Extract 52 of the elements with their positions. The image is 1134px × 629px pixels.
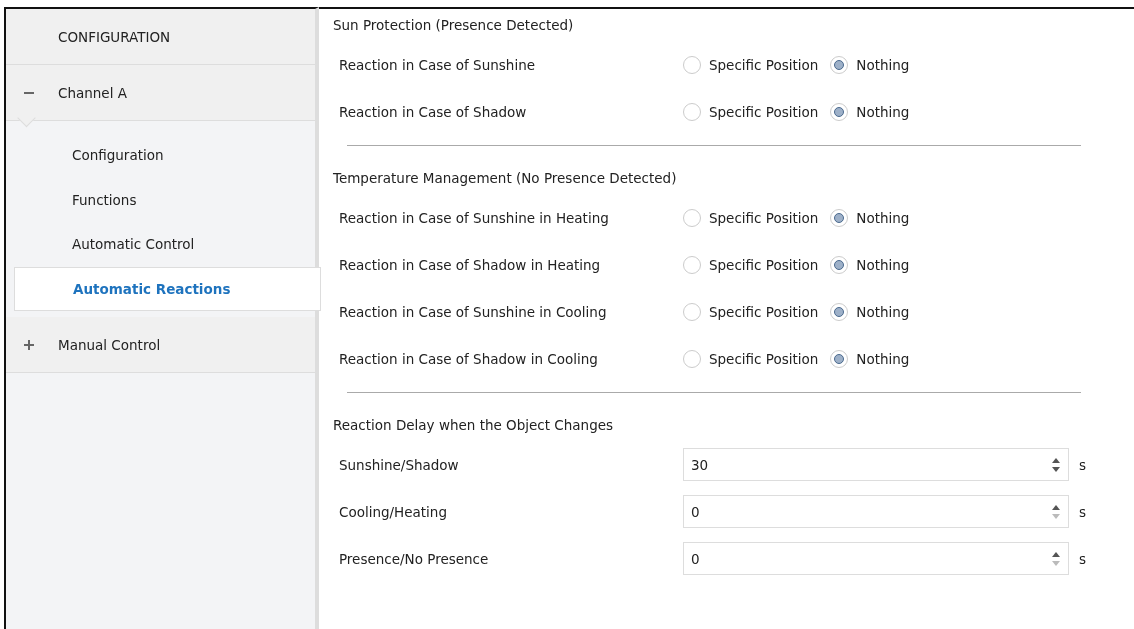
radio-label[interactable]: Specific Position bbox=[708, 256, 819, 273]
field-label: Reaction in Case of Sunshine bbox=[338, 56, 536, 73]
field-label: Reaction in Case of Sunshine in Heating bbox=[338, 209, 610, 226]
field-label: Reaction in Case of Sunshine in Cooling bbox=[338, 303, 608, 320]
section-title: Sun Protection (Presence Detected) bbox=[332, 17, 575, 35]
number-field[interactable]: 0 bbox=[682, 495, 1069, 528]
radio-button[interactable] bbox=[830, 102, 849, 121]
radio-button[interactable] bbox=[830, 302, 849, 321]
radio-label[interactable]: Specific Position bbox=[708, 350, 819, 367]
radio-button[interactable] bbox=[682, 349, 701, 368]
radio-label[interactable]: Nothing bbox=[856, 56, 910, 73]
radio-label[interactable]: Specific Position bbox=[708, 303, 819, 320]
spinner-arrows-icon[interactable] bbox=[1051, 457, 1060, 472]
sidebar-header[interactable]: CONFIGURATION bbox=[6, 9, 315, 65]
radio-label[interactable]: Specific Position bbox=[708, 103, 819, 120]
radio-button[interactable] bbox=[830, 349, 849, 368]
radio-button[interactable] bbox=[682, 102, 701, 121]
sidebar-group[interactable]: Manual Control bbox=[6, 317, 315, 373]
radio-label[interactable]: Specific Position bbox=[708, 56, 819, 73]
unit-label: s bbox=[1078, 456, 1086, 473]
field-label: Presence/No Presence bbox=[338, 550, 490, 567]
radio-button[interactable] bbox=[682, 255, 701, 274]
sidebar-item[interactable]: Automatic Control bbox=[14, 222, 315, 267]
section-title: Temperature Management (No Presence Detected) bbox=[332, 170, 678, 188]
number-field[interactable]: 0 bbox=[682, 542, 1069, 575]
radio-label[interactable]: Nothing bbox=[856, 350, 910, 367]
field-label: Sunshine/Shadow bbox=[338, 456, 460, 473]
radio-button[interactable] bbox=[830, 208, 849, 227]
radio-button[interactable] bbox=[682, 55, 701, 74]
field-label: Cooling/Heating bbox=[338, 503, 448, 520]
radio-label[interactable]: Specific Position bbox=[708, 209, 819, 226]
sidebar-item[interactable]: Configuration bbox=[14, 133, 315, 178]
section-title: Reaction Delay when the Object Changes bbox=[332, 417, 615, 435]
unit-label: s bbox=[1078, 550, 1086, 567]
sidebar-item[interactable]: Functions bbox=[14, 177, 315, 222]
field-label: Reaction in Case of Shadow in Cooling bbox=[338, 350, 599, 367]
radio-button[interactable] bbox=[682, 302, 701, 321]
field-label: Reaction in Case of Shadow bbox=[338, 103, 528, 120]
radio-label[interactable]: Nothing bbox=[856, 103, 910, 120]
sidebar-item[interactable]: Automatic Reactions bbox=[14, 266, 321, 311]
group-label: Manual Control bbox=[58, 336, 161, 353]
radio-label[interactable]: Nothing bbox=[856, 303, 910, 320]
radio-label[interactable]: Nothing bbox=[856, 256, 910, 273]
radio-button[interactable] bbox=[830, 55, 849, 74]
sidebar-group[interactable]: Channel A bbox=[6, 65, 315, 121]
radio-button[interactable] bbox=[682, 208, 701, 227]
number-field[interactable]: 30 bbox=[682, 448, 1069, 481]
radio-button[interactable] bbox=[830, 255, 849, 274]
field-label: Reaction in Case of Shadow in Heating bbox=[338, 256, 602, 273]
group-label: Channel A bbox=[58, 84, 127, 101]
unit-label: s bbox=[1078, 503, 1086, 520]
radio-label[interactable]: Nothing bbox=[856, 209, 910, 226]
